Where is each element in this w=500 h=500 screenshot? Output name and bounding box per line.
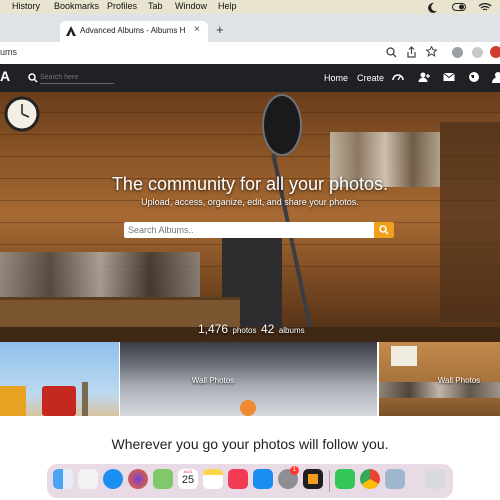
album-search-input[interactable] — [124, 222, 380, 238]
profile-icon[interactable] — [472, 47, 483, 58]
bookmark-star-icon[interactable] — [426, 46, 437, 57]
browser-tab[interactable]: Advanced Albums - Albums H × — [60, 21, 208, 42]
hero-banner: The community for all your photos. Uploa… — [0, 92, 500, 342]
trash-icon[interactable] — [425, 469, 445, 489]
user-menu-icon[interactable] — [492, 71, 500, 83]
calendar-day: 25 — [181, 474, 195, 486]
albums-label: albums — [278, 326, 305, 335]
albums-stat: 42 albums — [261, 320, 305, 338]
album-tile-2-label: Wall Photos — [191, 376, 235, 385]
nav-search-icon[interactable] — [28, 73, 38, 83]
tagline: Wherever you go your photos will follow … — [111, 436, 389, 452]
album-tile-3-label: Wall Photos — [437, 376, 481, 385]
toggle-icon[interactable] — [452, 3, 466, 11]
below-fold-section: Wherever you go your photos will follow … — [0, 416, 500, 464]
music-icon[interactable] — [228, 469, 248, 489]
search-icon[interactable] — [386, 47, 397, 58]
tile-vending-image — [42, 386, 76, 416]
photos-count: 1,476 — [198, 322, 229, 336]
hero-headline: The community for all your photos. — [111, 174, 389, 194]
wall-clock-image — [4, 96, 40, 132]
album-tile-3[interactable]: Wall Photos — [379, 342, 500, 416]
site-logo[interactable]: A — [0, 68, 10, 84]
photos-label: photos — [232, 326, 257, 335]
launchpad-icon[interactable] — [78, 469, 98, 489]
extension-icon[interactable] — [452, 47, 463, 58]
menu-help[interactable]: Help — [218, 1, 237, 11]
photos-stat: 1,476 photos — [198, 320, 257, 338]
site-favicon-icon — [66, 26, 76, 36]
calendar-icon[interactable]: AUG 25 — [178, 469, 198, 489]
cabinet-image — [440, 122, 500, 322]
menu-bookmarks[interactable]: Bookmarks — [54, 1, 99, 11]
finder-icon[interactable] — [53, 469, 73, 489]
settings-badge: 1 — [290, 466, 299, 475]
album-search-button[interactable] — [374, 222, 394, 238]
menu-profiles[interactable]: Profiles — [107, 1, 137, 11]
album-tile-2[interactable]: Wall Photos — [120, 342, 377, 416]
tile-post-image — [82, 382, 88, 416]
system-settings-icon[interactable]: 1 — [278, 466, 299, 489]
chrome-icon[interactable] — [360, 469, 380, 489]
extension-red-icon[interactable] — [490, 46, 500, 58]
tab-title: Advanced Albums - Albums H — [80, 26, 186, 35]
tile-paper-image — [391, 346, 417, 366]
sublime-mark-icon — [308, 474, 318, 484]
menu-bar: History Bookmarks Profiles Tab Window He… — [0, 0, 500, 14]
menu-history[interactable]: History — [12, 1, 40, 11]
new-tab-button[interactable]: + — [216, 22, 224, 37]
bench-tools-image — [0, 252, 200, 297]
search-button-icon — [379, 225, 389, 235]
macos-dock: AUG 25 1 — [47, 464, 453, 498]
preview-icon[interactable] — [385, 469, 405, 489]
address-bar[interactable]: ums — [0, 47, 17, 57]
firefox-icon[interactable] — [128, 469, 148, 489]
address-bar-row: ums — [0, 42, 500, 65]
hero-subheadline: Upload, access, organize, edit, and shar… — [141, 197, 359, 207]
site-search-input[interactable] — [40, 71, 114, 84]
add-user-icon[interactable] — [418, 71, 430, 83]
album-tiles: Wall Photos Wall Photos — [0, 342, 500, 416]
dashboard-gauge-icon[interactable] — [392, 71, 404, 83]
app-store-icon[interactable] — [253, 469, 273, 489]
dock-divider — [329, 470, 330, 492]
menu-tab[interactable]: Tab — [148, 1, 163, 11]
nav-create-link[interactable]: Create — [357, 73, 384, 83]
facetime-icon[interactable] — [335, 469, 355, 489]
share-icon[interactable] — [406, 46, 417, 58]
sublime-text-icon[interactable] — [303, 469, 323, 489]
nav-home-link[interactable]: Home — [324, 73, 348, 83]
albums-count: 42 — [261, 322, 275, 336]
album-tile-1[interactable] — [0, 342, 119, 416]
mail-icon[interactable] — [443, 71, 455, 83]
wifi-icon[interactable] — [478, 2, 492, 12]
moon-icon[interactable] — [427, 2, 438, 13]
safari-icon[interactable] — [103, 469, 123, 489]
tab-close-icon[interactable]: × — [194, 24, 200, 35]
notes-icon[interactable] — [203, 469, 223, 489]
maps-icon[interactable] — [153, 469, 173, 489]
globe-icon[interactable] — [468, 71, 480, 83]
menu-window[interactable]: Window — [175, 1, 207, 11]
tile-person-image — [240, 400, 256, 416]
motorcycle-mirror-image — [262, 94, 302, 156]
tile-sign-image — [0, 386, 26, 416]
